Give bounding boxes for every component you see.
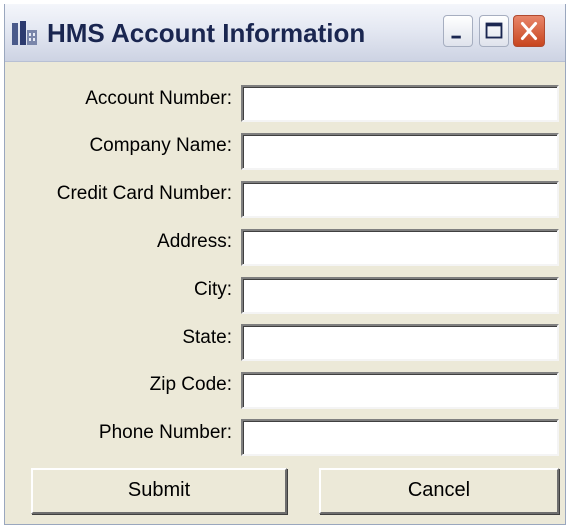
state-input[interactable] xyxy=(241,324,559,361)
city-label: City: xyxy=(194,279,232,300)
close-button[interactable] xyxy=(513,15,545,47)
state-label: State: xyxy=(182,327,232,348)
cancel-button[interactable]: Cancel xyxy=(319,468,559,514)
credit-card-number-label: Credit Card Number: xyxy=(56,183,232,204)
company-name-label: Company Name: xyxy=(89,135,232,156)
address-input[interactable] xyxy=(241,229,559,266)
title-bar[interactable]: HMS Account Information xyxy=(5,4,565,62)
zip-code-label: Zip Code: xyxy=(149,374,232,395)
close-icon xyxy=(520,22,538,40)
zip-code-input[interactable] xyxy=(241,372,559,409)
submit-button[interactable]: Submit xyxy=(31,468,287,514)
address-label: Address: xyxy=(157,231,232,252)
window-title: HMS Account Information xyxy=(47,18,366,48)
account-number-label: Account Number: xyxy=(85,88,232,109)
maximize-icon xyxy=(485,22,503,39)
company-name-input[interactable] xyxy=(241,133,559,170)
city-input[interactable] xyxy=(241,277,559,314)
dialog-window: HMS Account Information Account Number: … xyxy=(4,4,566,525)
minimize-icon xyxy=(451,35,461,39)
phone-number-label: Phone Number: xyxy=(98,422,232,443)
account-number-input[interactable] xyxy=(241,85,559,122)
maximize-button[interactable] xyxy=(479,15,509,47)
app-icon xyxy=(11,20,39,48)
minimize-button[interactable] xyxy=(443,15,473,47)
credit-card-number-input[interactable] xyxy=(241,181,559,218)
phone-number-input[interactable] xyxy=(241,419,559,456)
